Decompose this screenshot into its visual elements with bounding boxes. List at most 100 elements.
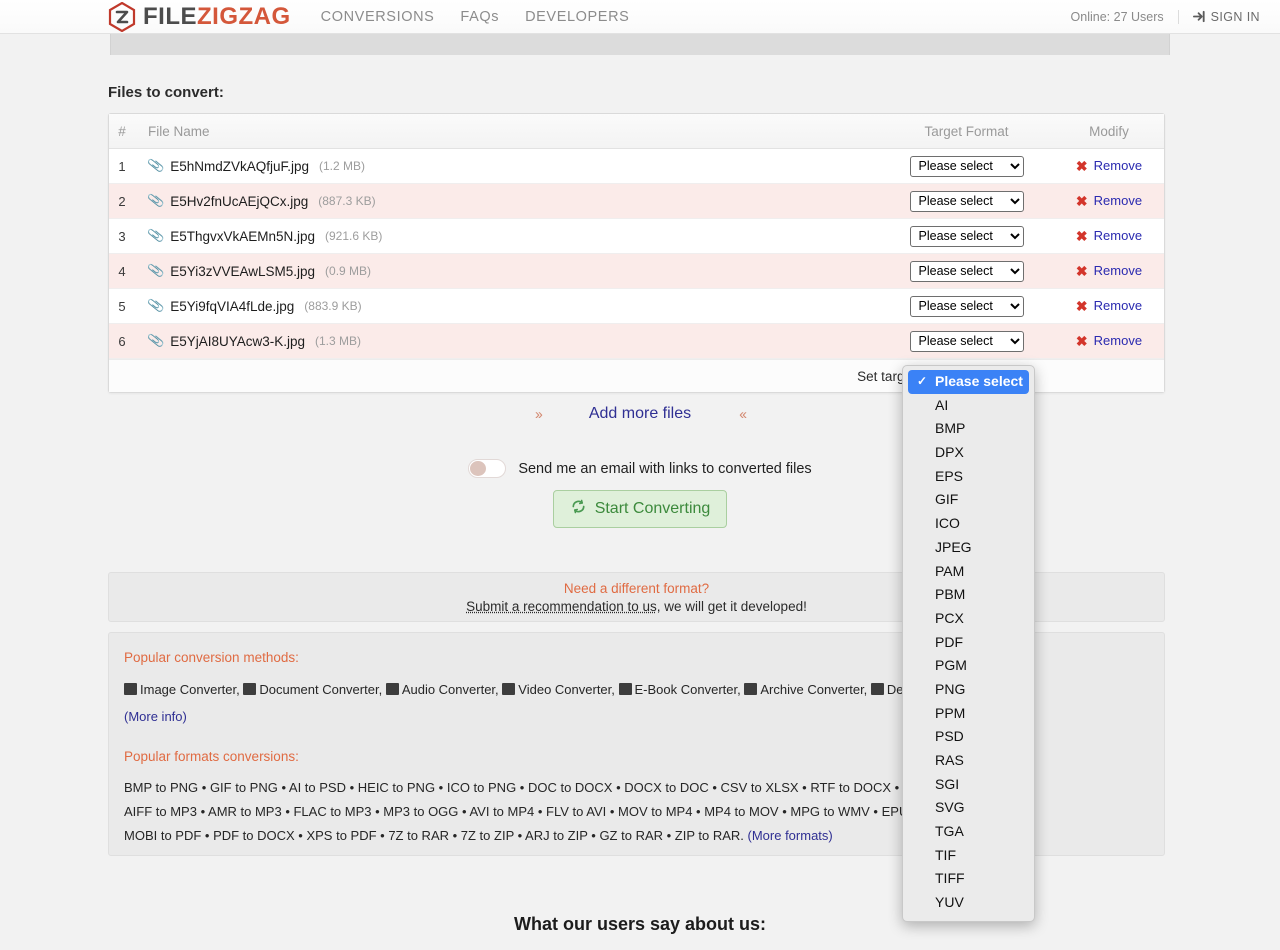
- need-different-format-subtitle: Submit a recommendation to us, we will g…: [466, 599, 807, 614]
- dropdown-option-tif[interactable]: TIF: [903, 844, 1034, 868]
- target-format-select[interactable]: Please select: [909, 190, 1024, 212]
- remove-file-button[interactable]: ✖ Remove: [1076, 298, 1142, 313]
- dropdown-option-pgm[interactable]: PGM: [903, 654, 1034, 678]
- modify-cell: ✖ Remove: [1054, 193, 1164, 209]
- archive-icon: [744, 683, 758, 695]
- dropdown-option-please-select[interactable]: ✓ Please select: [908, 370, 1029, 394]
- column-header-filename: File Name: [148, 123, 210, 139]
- target-format-cell: Please select: [879, 225, 1054, 247]
- paperclip-icon: 📎: [146, 226, 166, 245]
- table-header-row: # File Name Target Format Modify: [109, 114, 1164, 149]
- dropdown-option-label: JPEG: [935, 538, 972, 555]
- target-format-dropdown-menu[interactable]: ✓ Please select AI BMP DPX EPS GIF ICO JPEG PAM PB…: [902, 365, 1035, 922]
- submit-recommendation-link[interactable]: Submit a recommendation to us: [466, 599, 657, 614]
- remove-file-button[interactable]: ✖ Remove: [1076, 158, 1142, 173]
- image-icon: [124, 683, 137, 695]
- need-different-format-title: Need a different format?: [563, 580, 710, 596]
- remove-x-icon: ✖: [1075, 157, 1088, 174]
- remove-x-icon: ✖: [1075, 332, 1088, 349]
- row-number: 5: [118, 298, 126, 314]
- convert-refresh-icon: [570, 498, 587, 520]
- file-name-cell: 📎 E5Hv2fnUcAEjQCx.jpg (887.3 KB): [135, 192, 879, 210]
- dropdown-option-yuv[interactable]: YUV: [903, 891, 1034, 915]
- remove-label: Remove: [1093, 298, 1143, 314]
- remove-label: Remove: [1093, 193, 1143, 209]
- column-header-modify: Modify: [1089, 123, 1129, 139]
- dropdown-option-pdf[interactable]: PDF: [903, 631, 1034, 655]
- target-format-select[interactable]: Please select: [909, 225, 1024, 247]
- more-formats-link[interactable]: (More formats): [748, 828, 833, 843]
- image-converter-link[interactable]: Image Converter,: [140, 682, 240, 697]
- file-size: (0.9 MB): [325, 264, 372, 278]
- brand-file-text: FILE: [143, 2, 197, 30]
- target-format-cell: Please select: [879, 330, 1054, 352]
- video-converter-link[interactable]: Video Converter,: [518, 682, 615, 697]
- remove-x-icon: ✖: [1075, 297, 1088, 314]
- remove-file-button[interactable]: ✖ Remove: [1076, 263, 1142, 278]
- dropdown-option-gif[interactable]: GIF: [903, 488, 1034, 512]
- dropdown-option-ppm[interactable]: PPM: [903, 702, 1034, 726]
- header-right: Online: 27 Users SIGN IN: [1071, 9, 1260, 24]
- dropdown-option-label: YUV: [935, 894, 964, 911]
- dropdown-option-jpeg[interactable]: JPEG: [903, 536, 1034, 560]
- modify-cell: ✖ Remove: [1054, 158, 1164, 174]
- dropdown-option-eps[interactable]: EPS: [903, 465, 1034, 489]
- start-converting-button[interactable]: Start Converting: [552, 490, 728, 528]
- dropdown-option-sgi[interactable]: SGI: [903, 773, 1034, 797]
- nav-item-developers[interactable]: DEVELOPERS: [525, 9, 629, 25]
- table-row: 6 📎 E5YjAI8UYAcw3-K.jpg (1.3 MB) Please …: [109, 324, 1164, 359]
- remove-file-button[interactable]: ✖ Remove: [1076, 333, 1142, 348]
- paperclip-icon: 📎: [146, 331, 166, 350]
- dropdown-option-label: PGM: [935, 657, 967, 674]
- dropdown-option-tga[interactable]: TGA: [903, 820, 1034, 844]
- dropdown-option-png[interactable]: PNG: [903, 678, 1034, 702]
- remove-label: Remove: [1093, 158, 1143, 174]
- archive-converter-link[interactable]: Archive Converter,: [760, 682, 867, 697]
- chevron-right-icon: ››: [534, 405, 543, 423]
- target-format-select[interactable]: Please select: [909, 260, 1024, 282]
- table-row: 3 📎 E5ThgvxVkAEMn5N.jpg (921.6 KB) Pleas…: [109, 219, 1164, 254]
- dropdown-option-pam[interactable]: PAM: [903, 560, 1034, 584]
- row-number: 6: [118, 333, 126, 349]
- dropdown-option-label: GIF: [935, 491, 959, 508]
- dropdown-option-tiff[interactable]: TIFF: [903, 867, 1034, 891]
- remove-file-button[interactable]: ✖ Remove: [1076, 193, 1142, 208]
- dropdown-option-bmp[interactable]: BMP: [903, 417, 1034, 441]
- dropdown-option-ico[interactable]: ICO: [903, 512, 1034, 536]
- dropdown-option-psd[interactable]: PSD: [903, 725, 1034, 749]
- nav-item-faqs[interactable]: FAQs: [460, 9, 499, 25]
- email-toggle-switch[interactable]: [468, 459, 507, 478]
- file-size: (887.3 KB): [318, 194, 376, 208]
- check-icon: ✓: [917, 374, 928, 388]
- audio-converter-link[interactable]: Audio Converter,: [402, 682, 499, 697]
- brand-logo-area[interactable]: FILEZIGZAG: [108, 1, 291, 32]
- sign-in-icon: [1192, 10, 1206, 23]
- dropdown-option-ras[interactable]: RAS: [903, 749, 1034, 773]
- target-format-cell: Please select: [879, 155, 1054, 177]
- row-number: 2: [118, 193, 126, 209]
- target-format-select[interactable]: Please select: [909, 155, 1024, 177]
- sign-in-label: SIGN IN: [1210, 9, 1260, 24]
- chevron-left-icon: ‹‹: [739, 405, 747, 423]
- dropdown-option-pcx[interactable]: PCX: [903, 607, 1034, 631]
- start-converting-label: Start Converting: [594, 500, 711, 517]
- remove-file-button[interactable]: ✖ Remove: [1076, 228, 1142, 243]
- document-converter-link[interactable]: Document Converter,: [259, 682, 382, 697]
- dropdown-option-svg[interactable]: SVG: [903, 796, 1034, 820]
- dropdown-option-dpx[interactable]: DPX: [903, 441, 1034, 465]
- ebook-converter-link[interactable]: E-Book Converter,: [635, 682, 741, 697]
- nav-item-conversions[interactable]: CONVERSIONS: [321, 9, 435, 25]
- add-more-files-button[interactable]: Add more files: [589, 405, 691, 423]
- testimonials-heading: What our users say about us:: [513, 914, 767, 934]
- file-size: (883.9 KB): [304, 299, 362, 313]
- dropdown-option-pbm[interactable]: PBM: [903, 583, 1034, 607]
- dropdown-option-ai[interactable]: AI: [903, 394, 1034, 418]
- target-format-select[interactable]: Please select: [909, 330, 1024, 352]
- file-size: (1.2 MB): [319, 159, 366, 173]
- target-format-select[interactable]: Please select: [909, 295, 1024, 317]
- target-format-cell: Please select: [879, 295, 1054, 317]
- brand-zigzag-text: ZIGZAG: [197, 2, 291, 30]
- remove-label: Remove: [1093, 333, 1143, 349]
- row-number: 1: [118, 158, 126, 174]
- sign-in-button[interactable]: SIGN IN: [1179, 10, 1260, 24]
